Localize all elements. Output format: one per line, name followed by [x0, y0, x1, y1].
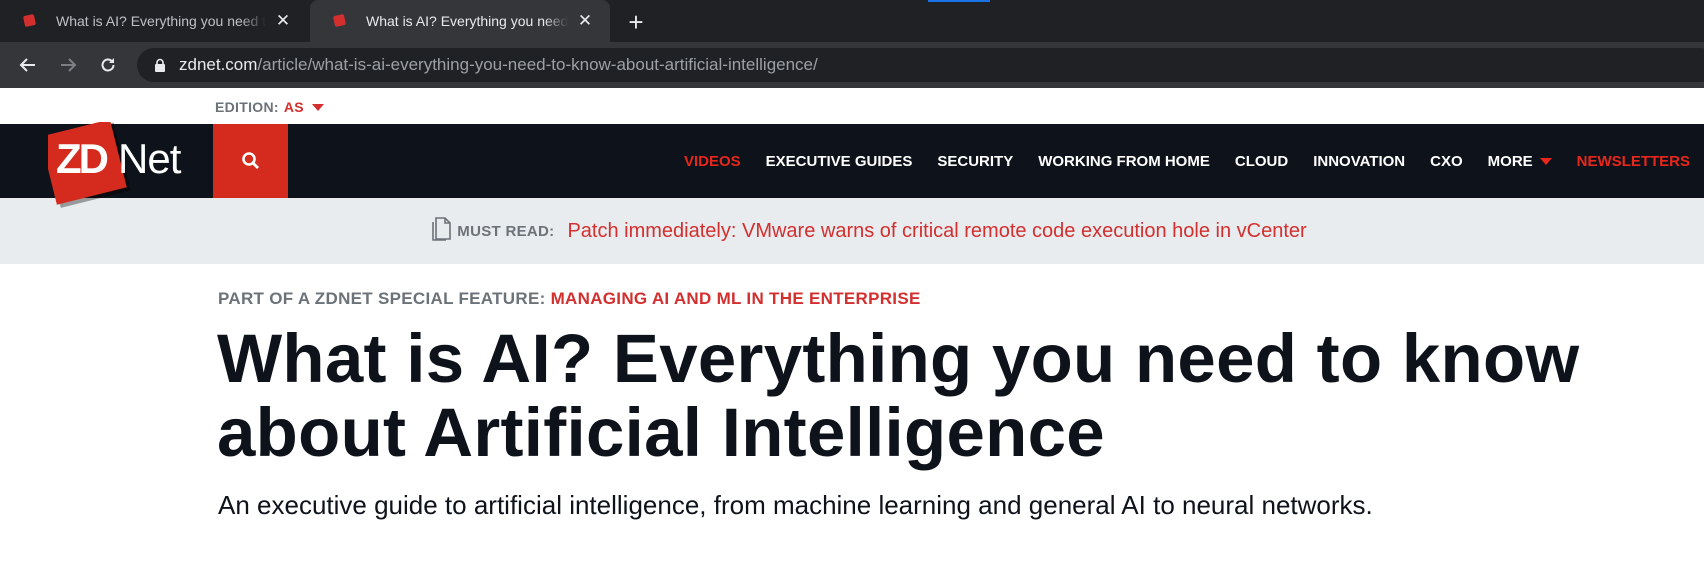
edition-value: AS [283, 99, 304, 115]
feature-link[interactable]: MANAGING AI AND ML IN THE ENTERPRISE [551, 289, 921, 308]
nav-more-label: MORE [1487, 152, 1533, 170]
nav-menu: VIDEOS EXECUTIVE GUIDES SECURITY WORKING… [659, 124, 1690, 198]
zdnet-favicon-icon [22, 13, 38, 29]
tab-title: What is AI? Everything you need to know … [56, 13, 266, 29]
browser-toolbar: zdnet.com/article/what-is-ai-everything-… [0, 42, 1704, 88]
browser-tab-active[interactable]: What is AI? Everything you need to know … [310, 0, 610, 42]
logo-net-text: Net [118, 135, 182, 182]
edition-selector[interactable]: EDITION: AS [215, 99, 324, 115]
nav-item-executive-guides[interactable]: EXECUTIVE GUIDES [766, 153, 913, 170]
must-read-label: MUST READ: [457, 222, 555, 240]
search-icon [241, 152, 259, 169]
article-headline: What is AI? Everything you need to know … [217, 320, 1580, 471]
caret-down-icon [311, 103, 324, 111]
tab-strip-indicator [928, 0, 990, 2]
edition-label: EDITION: [215, 99, 279, 115]
must-read-link[interactable]: Patch immediately: VMware warns of criti… [567, 220, 1306, 243]
nav-item-newsletters[interactable]: NEWSLETTERS [1577, 153, 1690, 170]
nav-item-more[interactable]: MORE [1488, 153, 1552, 170]
article-dek: An executive guide to artificial intelli… [218, 490, 1373, 520]
nav-item-cxo[interactable]: CXO [1430, 153, 1463, 170]
search-button[interactable] [213, 124, 288, 198]
browser-tab-bar: What is AI? Everything you need to know … [0, 0, 1704, 42]
url-path: /article/what-is-ai-everything-you-need-… [257, 55, 818, 74]
close-tab-icon[interactable]: ✕ [574, 10, 596, 32]
address-bar[interactable]: zdnet.com/article/what-is-ai-everything-… [137, 48, 1704, 82]
nav-item-working-from-home[interactable]: WORKING FROM HOME [1038, 153, 1210, 170]
zdnet-favicon-icon [332, 13, 348, 29]
caret-down-icon [1539, 157, 1552, 165]
nav-item-innovation[interactable]: INNOVATION [1313, 153, 1405, 170]
browser-tab[interactable]: What is AI? Everything you need to know … [0, 0, 308, 42]
document-icon [431, 216, 452, 246]
forward-arrow-icon[interactable] [54, 51, 82, 79]
close-tab-icon[interactable]: ✕ [272, 10, 294, 32]
nav-item-videos[interactable]: VIDEOS [684, 153, 741, 170]
logo-zd-text: ZD [56, 135, 108, 182]
must-read-banner: MUST READ: Patch immediately: VMware war… [0, 198, 1704, 264]
tab-title: What is AI? Everything you need to know … [366, 13, 568, 29]
nav-item-cloud[interactable]: CLOUD [1235, 153, 1288, 170]
edition-bar: EDITION: AS [0, 88, 1704, 124]
url-text: zdnet.com/article/what-is-ai-everything-… [179, 55, 818, 75]
lock-icon [153, 58, 167, 72]
reload-icon[interactable] [94, 51, 122, 79]
feature-prefix: PART OF A ZDNET SPECIAL FEATURE: [218, 289, 546, 308]
back-arrow-icon[interactable] [14, 51, 42, 79]
special-feature-line: PART OF A ZDNET SPECIAL FEATURE: MANAGIN… [218, 289, 921, 309]
new-tab-icon[interactable]: + [622, 7, 650, 37]
zdnet-logo[interactable]: ZD Net [39, 119, 188, 212]
site-navigation: VIDEOS EXECUTIVE GUIDES SECURITY WORKING… [0, 124, 1704, 198]
url-host: zdnet.com [179, 55, 258, 74]
nav-item-security[interactable]: SECURITY [937, 153, 1013, 170]
